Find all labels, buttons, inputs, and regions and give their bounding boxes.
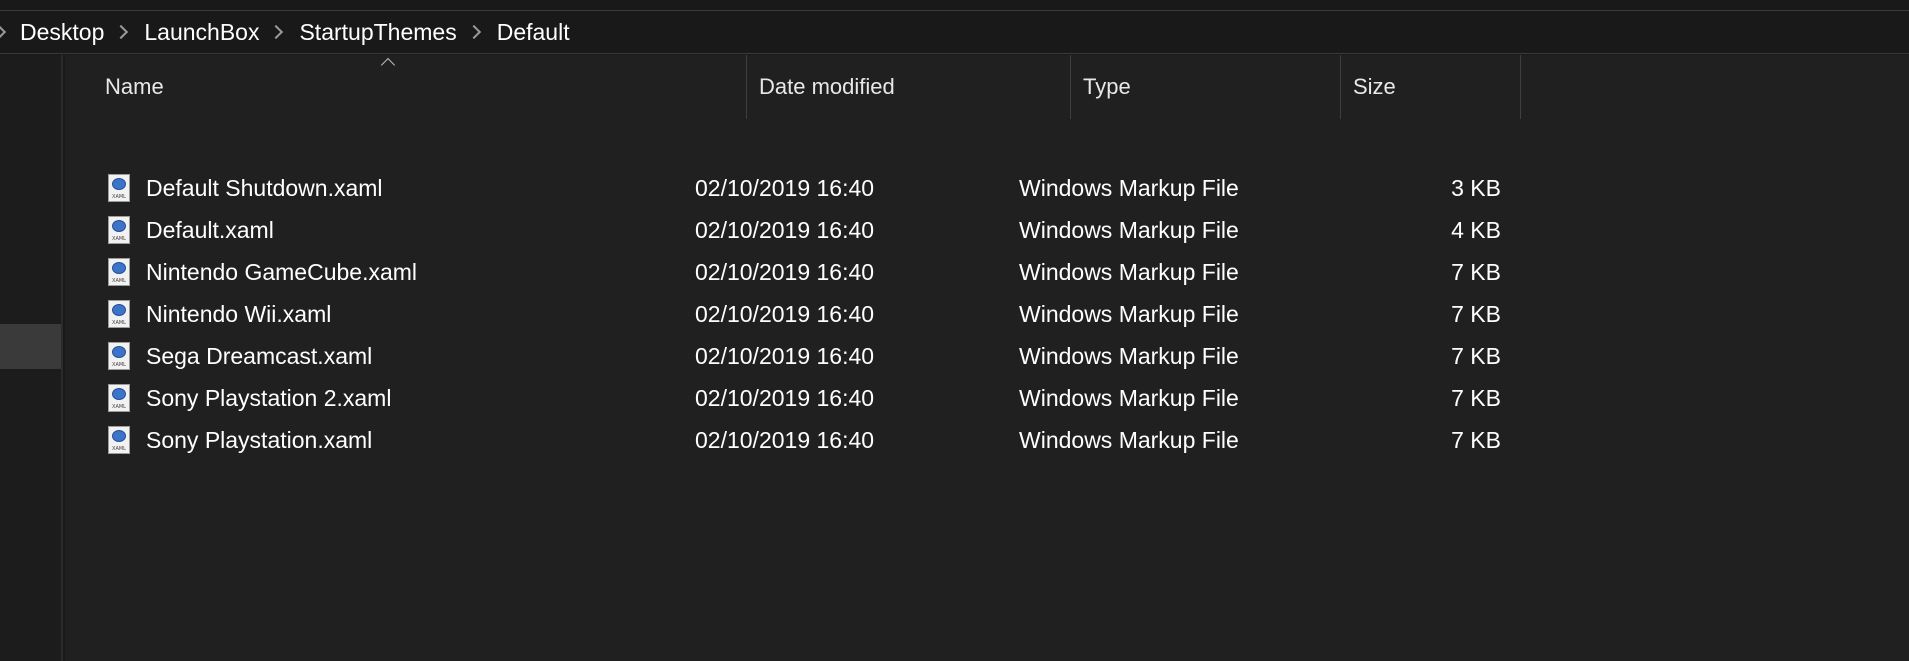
file-name: Sony Playstation.xaml	[146, 426, 373, 453]
xaml-icon-tag: XAML	[112, 320, 126, 326]
breadcrumb-default[interactable]: Default	[497, 19, 570, 46]
file-name: Default Shutdown.xaml	[146, 174, 383, 201]
file-row[interactable]: XAML Sony Playstation 2.xaml 02/10/2019 …	[65, 377, 1565, 419]
file-date: 02/10/2019 16:40	[695, 342, 875, 369]
file-type: Windows Markup File	[1019, 174, 1239, 201]
file-type: Windows Markup File	[1019, 216, 1239, 243]
file-rows: XAML Default Shutdown.xaml 02/10/2019 16…	[65, 167, 1565, 461]
column-header-type[interactable]: Type	[1071, 55, 1341, 119]
nav-selected-item[interactable]	[0, 324, 61, 369]
file-size: 7 KB	[1451, 300, 1501, 327]
xaml-file-icon: XAML	[108, 419, 132, 461]
breadcrumb-desktop[interactable]: Desktop	[20, 19, 104, 46]
file-size: 4 KB	[1451, 216, 1501, 243]
xaml-file-icon: XAML	[108, 335, 132, 377]
xaml-icon-tag: XAML	[112, 404, 126, 410]
xaml-icon-tag: XAML	[112, 278, 126, 284]
file-row[interactable]: XAML Default.xaml 02/10/2019 16:40 Windo…	[65, 209, 1565, 251]
file-row[interactable]: XAML Sega Dreamcast.xaml 02/10/2019 16:4…	[65, 335, 1565, 377]
xaml-icon-tag: XAML	[112, 236, 126, 242]
xaml-file-icon: XAML	[108, 251, 132, 293]
breadcrumb-launchbox[interactable]: LaunchBox	[144, 19, 259, 46]
window-top-strip	[0, 0, 1909, 11]
file-type: Windows Markup File	[1019, 258, 1239, 285]
column-header-name-label: Name	[105, 74, 164, 99]
file-type: Windows Markup File	[1019, 426, 1239, 453]
file-size: 7 KB	[1451, 342, 1501, 369]
file-name: Nintendo GameCube.xaml	[146, 258, 418, 285]
file-name: Sony Playstation 2.xaml	[146, 384, 392, 411]
navigation-pane[interactable]	[0, 55, 63, 661]
file-row[interactable]: XAML Nintendo Wii.xaml 02/10/2019 16:40 …	[65, 293, 1565, 335]
xaml-icon-tag: XAML	[112, 446, 126, 452]
file-size: 7 KB	[1451, 258, 1501, 285]
column-header-date-modified[interactable]: Date modified	[747, 55, 1071, 119]
column-header-type-label: Type	[1083, 74, 1131, 99]
column-header-size-label: Size	[1353, 74, 1396, 99]
file-type: Windows Markup File	[1019, 384, 1239, 411]
file-date: 02/10/2019 16:40	[695, 426, 875, 453]
file-date: 02/10/2019 16:40	[695, 216, 875, 243]
file-size: 7 KB	[1451, 384, 1501, 411]
file-size: 7 KB	[1451, 426, 1501, 453]
file-name: Default.xaml	[146, 216, 274, 243]
file-size: 3 KB	[1451, 174, 1501, 201]
file-name: Nintendo Wii.xaml	[146, 300, 332, 327]
column-header-date-label: Date modified	[759, 74, 895, 99]
file-row[interactable]: XAML Default Shutdown.xaml 02/10/2019 16…	[65, 167, 1565, 209]
address-bar[interactable]: Desktop LaunchBox StartupThemes Default	[0, 11, 1909, 54]
file-row[interactable]: XAML Nintendo GameCube.xaml 02/10/2019 1…	[65, 251, 1565, 293]
file-list[interactable]: Name Date modified Type Size XAML Defaul…	[65, 55, 1909, 661]
file-date: 02/10/2019 16:40	[695, 384, 875, 411]
xaml-file-icon: XAML	[108, 293, 132, 335]
file-type: Windows Markup File	[1019, 342, 1239, 369]
file-name: Sega Dreamcast.xaml	[146, 342, 373, 369]
column-header-name[interactable]: Name	[65, 55, 747, 119]
file-date: 02/10/2019 16:40	[695, 300, 875, 327]
chevron-right-icon[interactable]	[114, 24, 129, 40]
chevron-right-icon[interactable]	[0, 24, 7, 40]
xaml-file-icon: XAML	[108, 209, 132, 251]
file-date: 02/10/2019 16:40	[695, 174, 875, 201]
file-row[interactable]: XAML Sony Playstation.xaml 02/10/2019 16…	[65, 419, 1565, 461]
xaml-file-icon: XAML	[108, 377, 132, 419]
column-header-size[interactable]: Size	[1341, 55, 1521, 119]
chevron-right-icon[interactable]	[466, 24, 481, 40]
file-type: Windows Markup File	[1019, 300, 1239, 327]
file-date: 02/10/2019 16:40	[695, 258, 875, 285]
xaml-icon-tag: XAML	[112, 194, 126, 200]
xaml-file-icon: XAML	[108, 167, 132, 209]
breadcrumb-startupthemes[interactable]: StartupThemes	[299, 19, 456, 46]
xaml-icon-tag: XAML	[112, 362, 126, 368]
chevron-right-icon[interactable]	[269, 24, 284, 40]
